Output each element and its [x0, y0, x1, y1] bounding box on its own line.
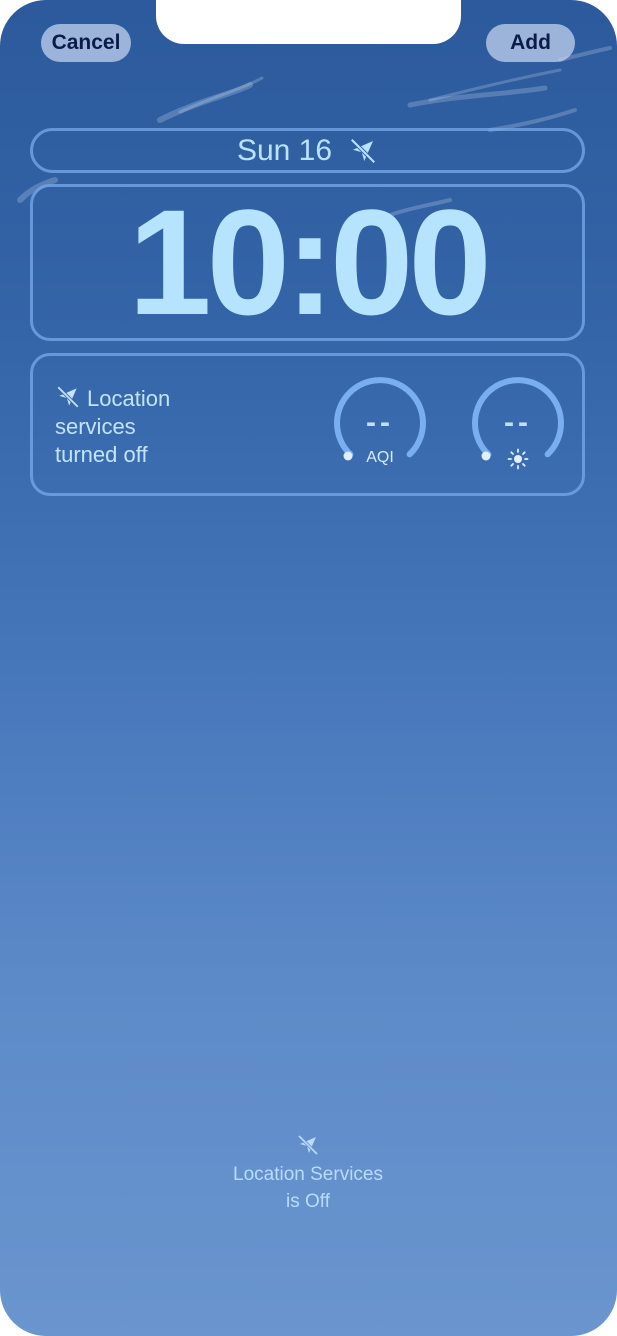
clock-slot[interactable]: 10:00: [30, 184, 585, 341]
sun-icon: [507, 448, 529, 470]
aqi-label: AQI: [366, 449, 394, 466]
uv-value: --: [504, 406, 532, 439]
add-button[interactable]: Add: [486, 24, 575, 62]
clock-time: 10:00: [128, 178, 492, 346]
aqi-gauge-widget[interactable]: -- AQI: [330, 376, 430, 476]
device-notch: [156, 0, 461, 44]
date-widget-slot[interactable]: Sun 16: [30, 128, 585, 173]
location-off-icon: [57, 386, 79, 408]
location-widget-line3: turned off: [55, 442, 148, 467]
location-widget-line2: services: [55, 414, 136, 439]
cancel-button[interactable]: Cancel: [41, 24, 131, 62]
lock-screen-editor: Cancel Add Sun 16 10:00 Location service…: [0, 0, 617, 1336]
uv-gauge-widget[interactable]: --: [468, 376, 568, 476]
location-off-icon: [297, 1134, 319, 1156]
status-line1: Location Services: [233, 1164, 383, 1185]
date-row: Sun 16: [33, 131, 582, 170]
location-widget-line1: Location: [87, 386, 171, 411]
location-services-status: Location Services is Off: [158, 1133, 458, 1215]
status-line2: is Off: [286, 1191, 330, 1212]
location-off-icon: [350, 137, 376, 164]
location-widget[interactable]: Location services turned off: [55, 384, 225, 469]
widgets-slot[interactable]: Location services turned off -- AQI --: [30, 353, 585, 496]
aqi-value: --: [366, 406, 394, 439]
date-text: Sun 16: [236, 133, 333, 167]
